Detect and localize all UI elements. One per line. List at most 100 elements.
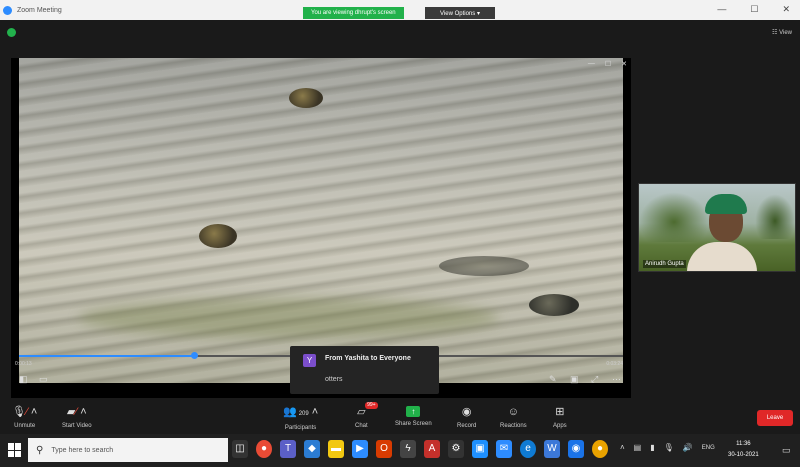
participants-icon: 👥 209 ˄ [283,406,319,418]
participant-body [687,242,757,271]
cast-icon[interactable]: ▣ [570,374,579,385]
clock-date: 30-10-2021 [728,452,759,458]
app-icon-blue[interactable]: ◆ [304,440,320,458]
word-icon[interactable]: W [544,440,560,458]
taskbar-apps: ◫ ● T ◆ ▬ ▶ O ϟ A ⚙ ▣ ✉ e W ◉ ● [232,440,608,458]
minimize-icon[interactable]: — [717,4,726,15]
leave-button[interactable]: Leave [757,410,793,426]
player-close-icon[interactable]: ✕ [621,60,627,68]
player-window-controls: — ☐ ✕ [588,60,627,68]
reactions-button[interactable]: ☺ Reactions [500,406,527,429]
camera-off-icon: ▰⁄ ˄ [66,406,87,418]
chat-notification[interactable]: Y From Yashita to Everyone otters [290,346,439,394]
view-options-label: View Options ▾ [440,10,480,17]
player-minimize-icon[interactable]: — [588,60,595,68]
zoom-app-icon [3,5,12,15]
chrome-icon[interactable]: ● [256,440,272,458]
notification-icon[interactable]: ▭ [782,445,791,456]
language-indicator[interactable]: ENG [702,443,715,453]
edit-icon[interactable]: ✎ [549,374,557,385]
participant-cap [705,194,747,214]
taskbar-search-box[interactable]: ⚲ Type here to search [28,438,228,462]
photos-icon[interactable]: ⚙ [448,440,464,458]
office-icon[interactable]: O [376,440,392,458]
microphone-tray-icon[interactable]: 🎙 [664,443,674,453]
search-icon: ⚲ [36,444,44,456]
clock-time: 11:36 [736,441,751,447]
animal-head-2 [199,224,237,248]
view-button[interactable]: ☷ View [772,29,792,36]
apps-button[interactable]: ⊞ Apps [553,406,567,429]
more-icon[interactable]: ⋯ [612,374,621,385]
volume-tray-icon[interactable]: 🔊 [683,443,693,453]
camera-app-icon[interactable]: ▣ [472,440,488,458]
reactions-icon: ☺ [507,406,519,418]
window-title: Zoom Meeting [17,6,62,14]
file-explorer-icon[interactable]: ▬ [328,440,344,458]
apps-label: Apps [553,423,567,429]
close-icon[interactable]: ✕ [782,4,790,15]
security-shield-icon[interactable] [7,28,16,37]
participants-button[interactable]: 👥 209 ˄ Participants [283,406,318,431]
volume-icon[interactable]: ◧ [19,374,28,385]
zoom-taskbar-icon[interactable]: ▶ [352,440,368,458]
network-icon[interactable]: ▤ [634,443,642,453]
microphone-muted-icon: 🎙⁄ ˄ [12,406,38,418]
share-screen-button[interactable]: ↑ Share Screen [395,406,432,427]
apps-icon: ⊞ [555,406,565,418]
sticky-app-icon[interactable]: ● [592,440,608,458]
viewing-screen-banner: You are viewing dhrupt's screen [303,7,404,19]
view-options-button[interactable]: View Options ▾ [425,7,495,19]
seek-progress [19,355,195,357]
unmute-button[interactable]: 🎙⁄ ˄ Unmute [12,406,37,429]
maximize-icon[interactable]: ☐ [750,4,758,15]
battery-icon[interactable]: ▮ [650,443,654,453]
participants-label: Participants [284,425,317,431]
algae-patch [79,298,499,338]
task-view-icon[interactable]: ◫ [232,440,248,458]
teams-icon[interactable]: T [280,440,296,458]
chat-icon: ▱ 99+ [357,402,378,418]
captions-icon[interactable]: ▭ [39,374,48,385]
start-video-button[interactable]: ▰⁄ ˄ Start Video [62,406,92,429]
time-elapsed: 0:00:13 [15,361,32,367]
animal-head-1 [289,88,323,108]
chat-sender: From Yashita to Everyone [325,355,411,362]
reactions-label: Reactions [500,423,527,429]
store-icon[interactable]: ◉ [568,440,584,458]
meeting-toolbar: 🎙⁄ ˄ Unmute ▰⁄ ˄ Start Video 👥 209 ˄ Part… [0,402,800,434]
pdf-icon[interactable]: A [424,440,440,458]
share-screen-label: Share Screen [395,421,432,427]
tray-overflow-icon[interactable]: ˄ [620,443,625,453]
windows-taskbar: ⚲ Type here to search ◫ ● T ◆ ▬ ▶ O ϟ A … [0,434,800,467]
chat-button[interactable]: ▱ 99+ Chat [355,402,378,429]
system-clock[interactable]: 11:36 30-10-2021 [728,439,759,461]
system-tray: ˄ ▤ ▮ 🎙 🔊 ENG [620,443,715,453]
participant-video-tile[interactable]: Anirudh Gupta [638,183,796,272]
video-frame [19,58,623,383]
chat-message: otters [325,376,343,383]
leave-label: Leave [766,415,784,421]
record-button[interactable]: ◉ Record [457,406,476,429]
participant-name: Anirudh Gupta [643,260,686,268]
edge-icon[interactable]: e [520,440,536,458]
background-trees-right [755,194,795,239]
time-total: 0:03:24 [606,361,623,367]
participant-count: 209 [298,411,309,417]
record-icon: ◉ [461,406,472,418]
animal-body-3 [439,256,529,276]
lightning-app-icon[interactable]: ϟ [400,440,416,458]
chat-badge: 99+ [365,402,378,409]
chat-label: Chat [355,423,368,429]
outlook-icon[interactable]: ✉ [496,440,512,458]
background-trees [639,192,709,242]
search-placeholder: Type here to search [51,446,114,454]
record-label: Record [457,423,477,429]
fullscreen-icon[interactable]: ⤢ [591,374,598,385]
windows-start-icon[interactable] [8,443,22,457]
player-maximize-icon[interactable]: ☐ [605,60,611,68]
unmute-label: Unmute [14,423,36,429]
animal-head-3 [529,294,579,316]
share-screen-icon: ↑ [406,406,421,417]
viewing-screen-text: You are viewing dhrupt's screen [311,10,396,16]
